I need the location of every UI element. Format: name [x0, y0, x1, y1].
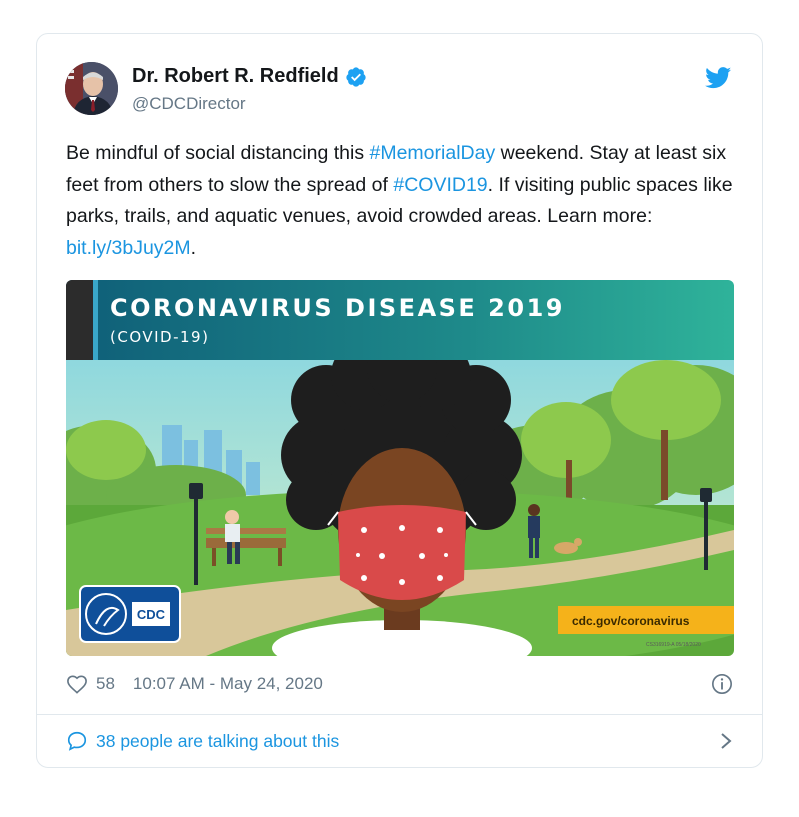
divider — [37, 714, 762, 715]
speech-bubble-icon — [67, 731, 87, 751]
chevron-right-icon[interactable] — [719, 732, 733, 750]
media-code: CS316919-A 05/18/2020 — [646, 642, 701, 648]
author-handle[interactable]: @CDCDirector — [132, 94, 246, 114]
cdc-logo-icon: CDC — [79, 585, 181, 643]
hashtag-covid19-link[interactable]: #COVID19 — [393, 174, 487, 196]
conversation-label[interactable]: 38 people are talking about this — [96, 731, 339, 752]
verified-badge-icon — [346, 66, 366, 87]
tweet-text: Be mindful of social distancing this #Me… — [66, 138, 736, 264]
hashtag-memorialday-link[interactable]: #MemorialDay — [370, 142, 496, 164]
tweet-meta: 58 10:07 AM - May 24, 2020 — [66, 672, 733, 696]
author-avatar[interactable] — [65, 62, 118, 115]
conversation-link[interactable]: 38 people are talking about this — [66, 728, 733, 754]
tweet-card[interactable]: Dr. Robert R. Redfield @CDCDirector Be m… — [36, 33, 763, 768]
learn-more-link[interactable]: bit.ly/3bJuy2M — [66, 237, 191, 259]
author-name[interactable]: Dr. Robert R. Redfield — [132, 65, 339, 88]
media-url-label: cdc.gov/coronavirus — [572, 614, 690, 628]
media-title: CORONAVIRUS DISEASE 2019 — [110, 294, 565, 322]
like-count[interactable]: 58 — [96, 674, 115, 694]
info-icon[interactable] — [711, 673, 733, 695]
media-subtitle: (COVID-19) — [110, 328, 209, 346]
twitter-bird-icon[interactable] — [705, 67, 732, 89]
heart-icon[interactable] — [66, 674, 88, 694]
cdc-badge-text: CDC — [137, 607, 166, 622]
tweet-timestamp[interactable]: 10:07 AM - May 24, 2020 — [133, 674, 323, 694]
tweet-media-image[interactable]: CORONAVIRUS DISEASE 2019 (COVID-19) CDC … — [66, 280, 734, 656]
tweet-text-part: Be mindful of social distancing this — [66, 142, 370, 164]
tweet-text-part: . — [190, 236, 197, 259]
